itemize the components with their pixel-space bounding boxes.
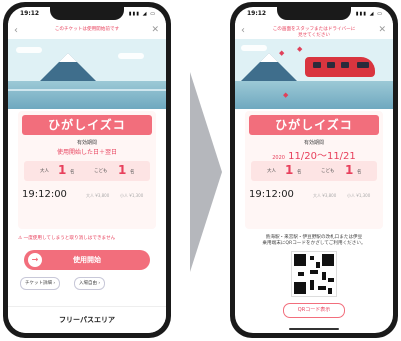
train-window (341, 62, 349, 68)
back-icon[interactable]: ‹ (14, 25, 18, 36)
ticket-name: ひがしイズコ (249, 115, 379, 135)
qr-finder (294, 282, 306, 294)
phone-notch (277, 7, 351, 20)
status-time: 19:12 (20, 10, 40, 17)
instructions-line-2: 乗用端末にQRコードをかざしてご利用ください。 (262, 241, 366, 246)
adult-label: 大人 (267, 169, 276, 174)
validity-label: 有効期間 (303, 140, 324, 146)
live-clock: 19:12:00 (249, 189, 294, 200)
sea-area (235, 81, 393, 109)
train-window (357, 62, 369, 68)
train-icon (305, 57, 375, 77)
close-icon[interactable]: ✕ (378, 25, 386, 35)
train-window (327, 62, 335, 68)
train-window (313, 62, 321, 68)
live-clock: 19:12:00 (22, 189, 67, 200)
phone-before: 19:12 ▮▮▮ ◢ ▭ ‹ このチケットは使用開始前です ✕ ひがしイズコ … (3, 2, 171, 338)
sea-area (8, 81, 166, 109)
adult-price: 大人 ¥3,800 (313, 193, 337, 198)
qr-module (328, 288, 332, 294)
time-row: 19:12:00 大人 ¥3,800 小人 ¥1,300 (22, 189, 152, 203)
ticket-card: ひがしイズコ 有効期間 使用開始した日＋翌日 大人 1 名 こども 1 名 19… (18, 111, 156, 229)
qr-code-display-button[interactable]: QRコード表示 (283, 303, 345, 318)
bird-icon: ◆ (297, 45, 303, 53)
child-unit: 名 (357, 170, 362, 175)
child-label: こども (94, 169, 108, 174)
top-bar: ‹ このチケットは使用開始前です ✕ (8, 23, 166, 39)
cancel-warning-text: 一度使用してしまうと取り消しはできません (23, 236, 116, 241)
instructions-line-1: 熱海駅・来宮駅・伊豆野駅の改札口または伊豆 (265, 235, 363, 240)
snowcap-icon (260, 53, 278, 62)
qr-code (291, 251, 337, 297)
phone-after: 19:12 ▮▮▮ ◢ ▭ ‹ この画面をスタッフまたはドライバーに 見せてくだ… (230, 2, 398, 338)
close-icon[interactable]: ✕ (151, 25, 159, 35)
adult-count: 1 (285, 163, 294, 177)
passenger-counts: 大人 1 名 こども 1 名 (24, 161, 150, 181)
qr-module (298, 272, 304, 276)
phone-notch (50, 7, 124, 20)
show-staff-notice: この画面をスタッフまたはドライバーに 見せてください (253, 27, 375, 39)
qr-module (310, 256, 314, 260)
qr-module (318, 286, 326, 290)
cloud-icon (241, 45, 267, 51)
status-time: 19:12 (247, 10, 267, 17)
child-count: 1 (118, 163, 127, 177)
child-label: こども (321, 169, 335, 174)
screen-before: 19:12 ▮▮▮ ◢ ▭ ‹ このチケットは使用開始前です ✕ ひがしイズコ … (8, 7, 166, 333)
qr-module (310, 270, 318, 274)
child-price: 小人 ¥1,300 (120, 193, 144, 198)
qr-module (316, 262, 320, 268)
transition-arrow-icon (190, 72, 222, 272)
train-sea-illustration: ◆ ◆ ◆ (235, 39, 393, 109)
bird-icon: ◆ (279, 49, 285, 57)
validity-label: 有効期間 (76, 140, 97, 146)
screen-after: 19:12 ▮▮▮ ◢ ▭ ‹ この画面をスタッフまたはドライバーに 見せてくだ… (235, 7, 393, 333)
wave-line (8, 89, 166, 91)
adult-unit: 名 (70, 170, 75, 175)
mountain-sea-illustration (8, 39, 166, 109)
adult-unit: 名 (297, 170, 302, 175)
free-pass-area-tab[interactable]: フリーパスエリア (8, 306, 166, 333)
child-price: 小人 ¥1,300 (347, 193, 371, 198)
entry-info-button[interactable]: 入場自由 › (74, 277, 106, 290)
signal-battery-icon: ▮▮▮ ◢ ▭ (128, 11, 156, 17)
notice-line-1: この画面をスタッフまたはドライバーに (272, 27, 356, 32)
adult-label: 大人 (40, 169, 49, 174)
qr-finder (322, 254, 334, 266)
back-icon[interactable]: ‹ (241, 25, 245, 36)
adult-count: 1 (58, 163, 67, 177)
top-bar: ‹ この画面をスタッフまたはドライバーに 見せてください ✕ (235, 23, 393, 39)
child-unit: 名 (130, 170, 135, 175)
adult-price: 大人 ¥3,800 (86, 193, 110, 198)
signal-battery-icon: ▮▮▮ ◢ ▭ (355, 11, 383, 17)
cloud-icon (118, 53, 144, 59)
qr-finder (294, 254, 306, 266)
cancel-warning: ⚠ 一度使用してしまうと取り消しはできません (18, 235, 156, 241)
start-use-button[interactable]: → 使用開始 (24, 250, 150, 270)
start-use-label: 使用開始 (73, 256, 101, 264)
ticket-status-notice: このチケットは使用開始前です (54, 27, 120, 32)
ticket-card: ひがしイズコ 有効期間 2020 11/20〜11/21 大人 1 名 こども … (245, 111, 383, 229)
notice-line-2: 見せてください (297, 33, 331, 38)
ticket-name: ひがしイズコ (22, 115, 152, 135)
ticket-details-button[interactable]: チケット詳細 › (20, 277, 61, 290)
qr-module (310, 280, 314, 290)
time-row: 19:12:00 大人 ¥3,800 小人 ¥1,300 (249, 189, 379, 203)
qr-module (322, 272, 326, 280)
validity-value: 使用開始した日＋翌日 (56, 149, 117, 156)
snowcap-icon (59, 53, 77, 62)
qr-usage-instructions: 熱海駅・来宮駅・伊豆野駅の改札口または伊豆 乗用端末にQRコードをかざしてご利用… (247, 235, 381, 247)
home-indicator (289, 328, 339, 330)
arrow-right-icon: → (28, 253, 42, 267)
qr-module (328, 278, 334, 282)
passenger-counts: 大人 1 名 こども 1 名 (251, 161, 377, 181)
validity-dates: 2020 11/20〜11/21 (245, 147, 383, 162)
bird-icon: ◆ (283, 91, 289, 99)
child-count: 1 (345, 163, 354, 177)
